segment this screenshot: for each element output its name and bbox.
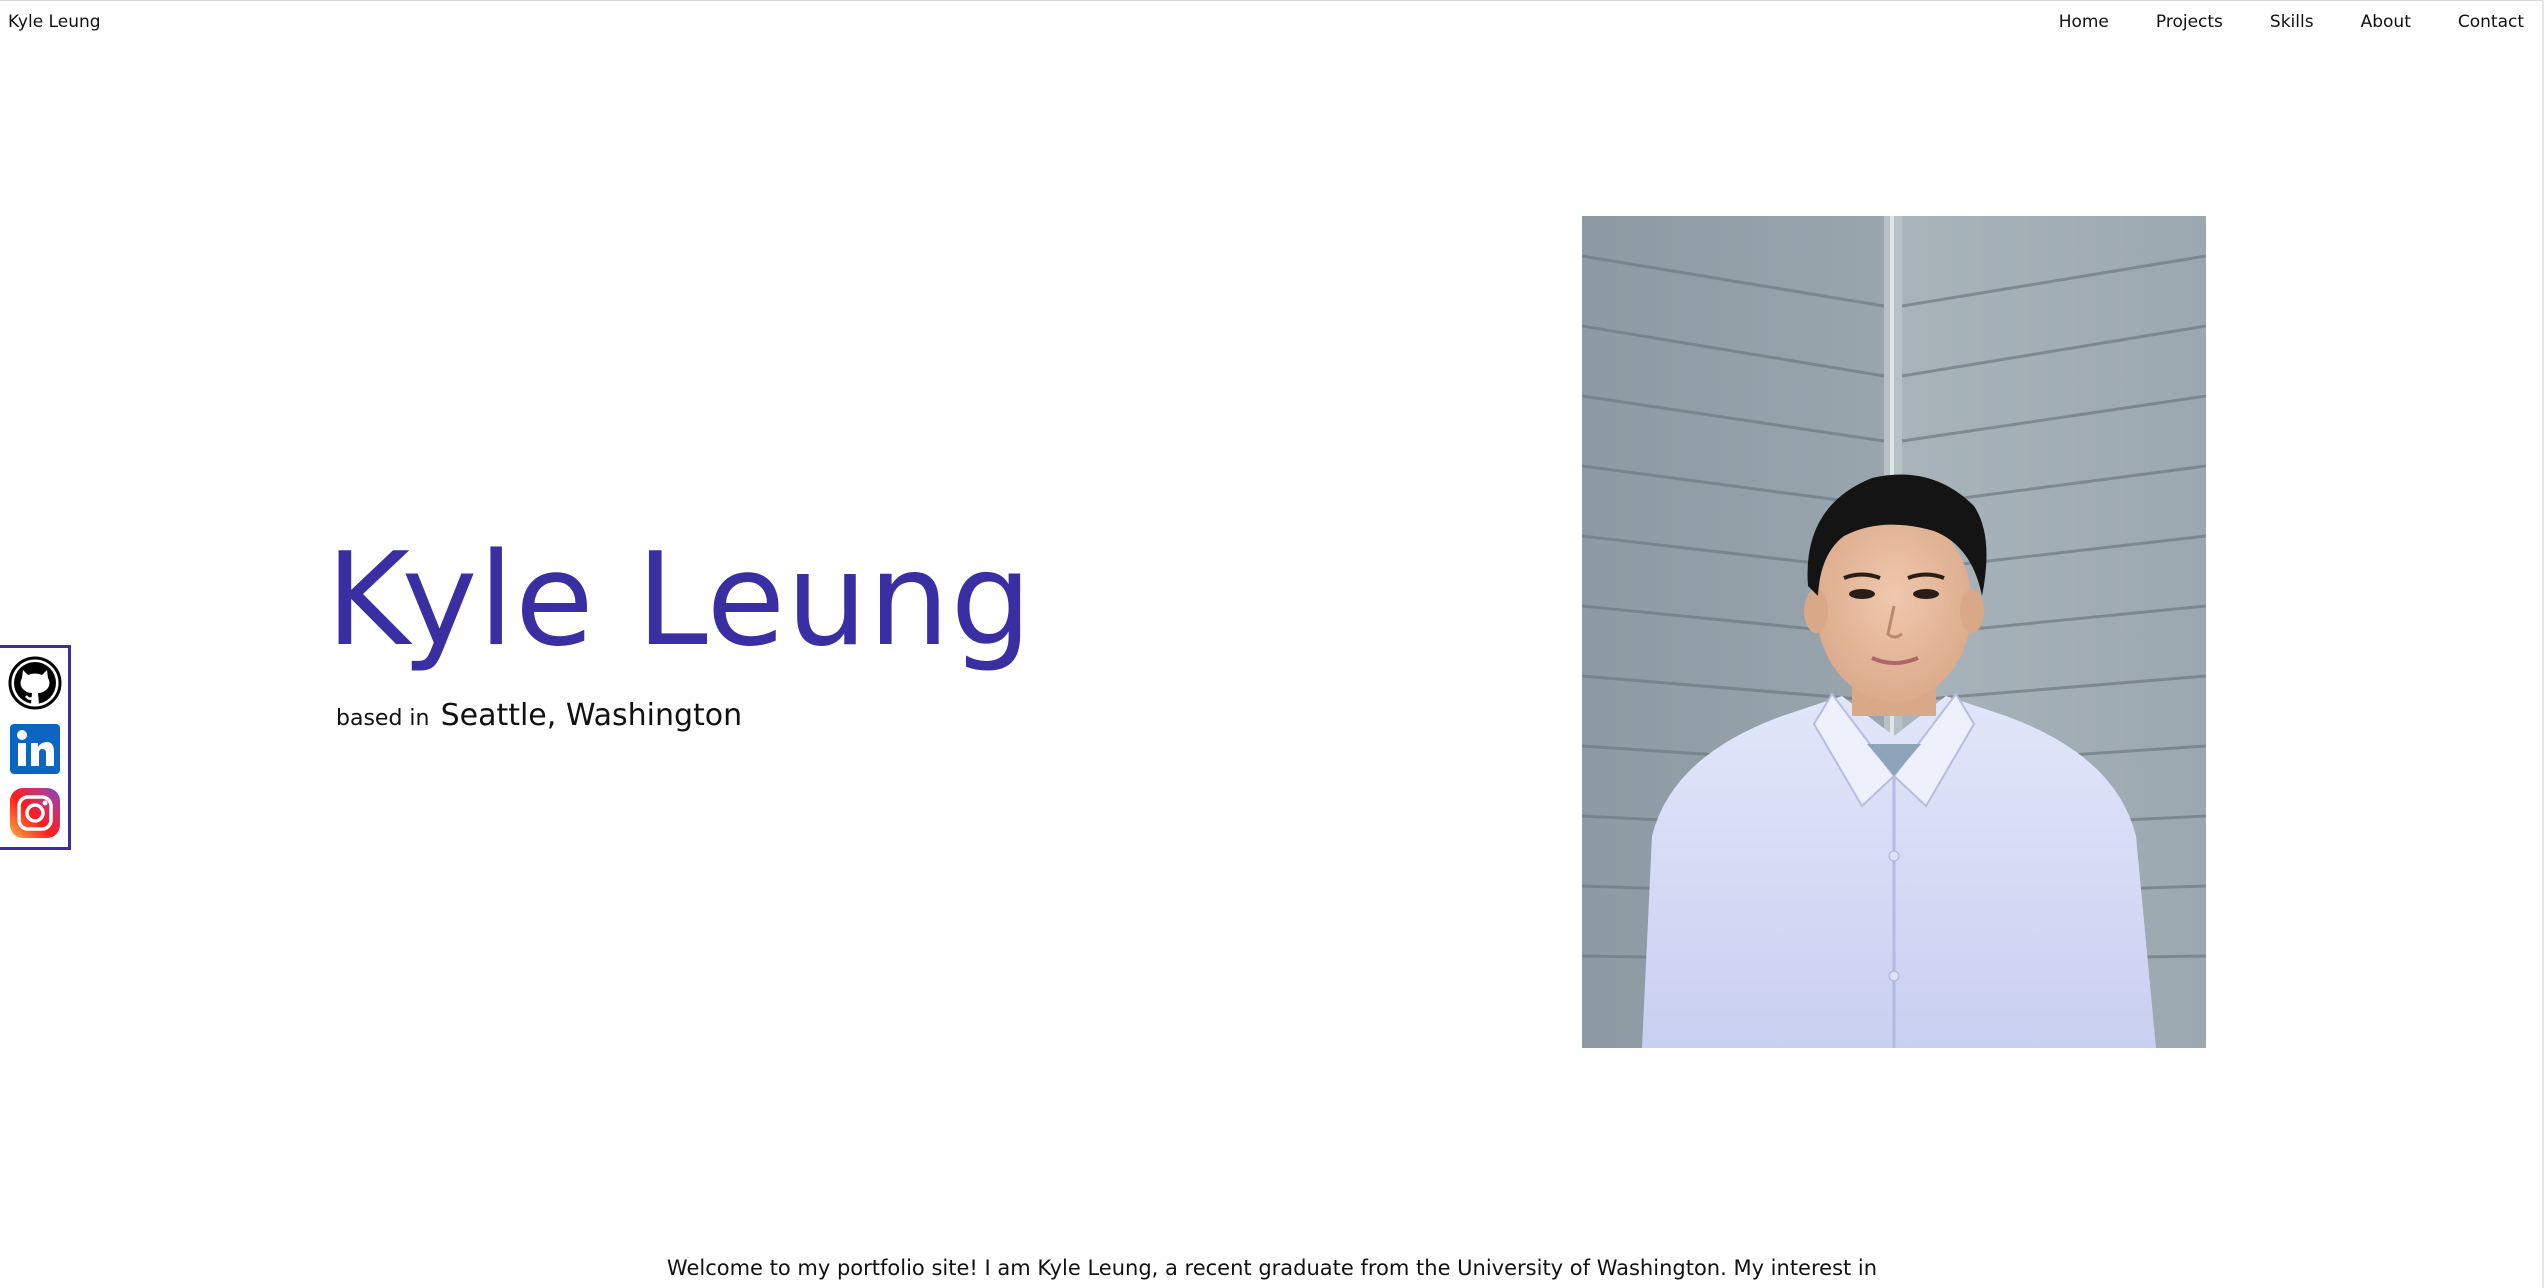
nav-contact[interactable]: Contact: [2458, 12, 2524, 32]
based-in-label: based in: [336, 706, 430, 731]
github-icon[interactable]: [8, 656, 62, 710]
nav-home[interactable]: Home: [2059, 12, 2109, 32]
instagram-icon[interactable]: [8, 786, 62, 840]
nav-about[interactable]: About: [2361, 12, 2411, 32]
linkedin-icon[interactable]: [8, 722, 62, 776]
location-line: based in Seattle, Washington: [336, 698, 742, 733]
brand-link[interactable]: Kyle Leung: [8, 12, 101, 32]
intro-text: Welcome to my portfolio site! I am Kyle …: [666, 1256, 1878, 1280]
hero-name: Kyle Leung: [326, 526, 1033, 675]
social-links-panel: [0, 645, 71, 850]
location-text: Seattle, Washington: [440, 698, 743, 733]
nav-links: Home Projects Skills About Contact: [2012, 12, 2524, 32]
portrait-photo: [1582, 216, 2206, 1048]
navbar: Kyle Leung Home Projects Skills About Co…: [0, 0, 2544, 44]
nav-skills[interactable]: Skills: [2270, 12, 2314, 32]
nav-projects[interactable]: Projects: [2156, 12, 2223, 32]
